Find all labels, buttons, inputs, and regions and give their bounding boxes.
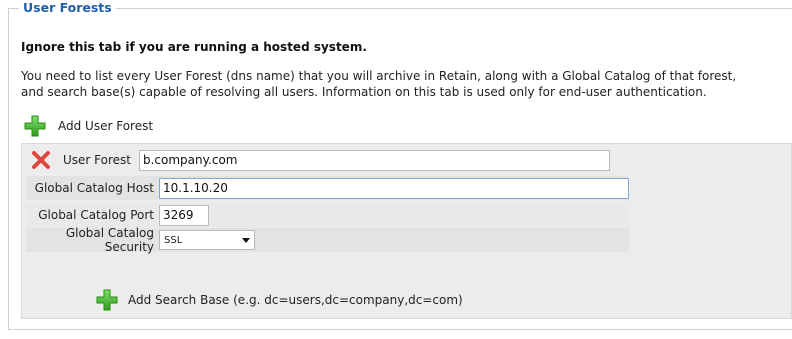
user-forest-panel: User Forest Global Catalog Host Global C… [21, 143, 792, 319]
add-user-forest-label: Add User Forest [58, 119, 154, 133]
gc-security-row: Global Catalog Security SSL [26, 226, 629, 254]
add-search-base-label: Add Search Base (e.g. dc=users,dc=compan… [128, 293, 463, 307]
plus-icon [24, 115, 46, 137]
hosted-warning-heading: Ignore this tab if you are running a hos… [21, 40, 367, 54]
plus-icon [96, 289, 118, 311]
user-forest-input[interactable] [139, 149, 610, 171]
gc-host-row: Global Catalog Host [26, 176, 629, 200]
chevron-down-icon [242, 237, 250, 243]
user-forest-row: User Forest [26, 147, 626, 173]
gc-host-input[interactable] [159, 177, 629, 199]
gc-host-label: Global Catalog Host [34, 181, 154, 195]
gc-security-value: SSL [164, 234, 183, 246]
close-icon[interactable] [31, 150, 51, 170]
add-user-forest-button[interactable]: Add User Forest [24, 114, 153, 138]
section-description: You need to list every User Forest (dns … [21, 69, 737, 99]
gc-port-input[interactable] [159, 204, 209, 226]
user-forest-label: User Forest [63, 153, 131, 167]
gc-port-row: Global Catalog Port [26, 203, 629, 227]
gc-port-label: Global Catalog Port [38, 208, 154, 222]
section-legend: User Forests [19, 0, 116, 16]
gc-security-select[interactable]: SSL [159, 230, 255, 250]
add-search-base-button[interactable]: Add Search Base (e.g. dc=users,dc=compan… [96, 288, 463, 312]
gc-security-label: Global Catalog Security [65, 226, 154, 254]
